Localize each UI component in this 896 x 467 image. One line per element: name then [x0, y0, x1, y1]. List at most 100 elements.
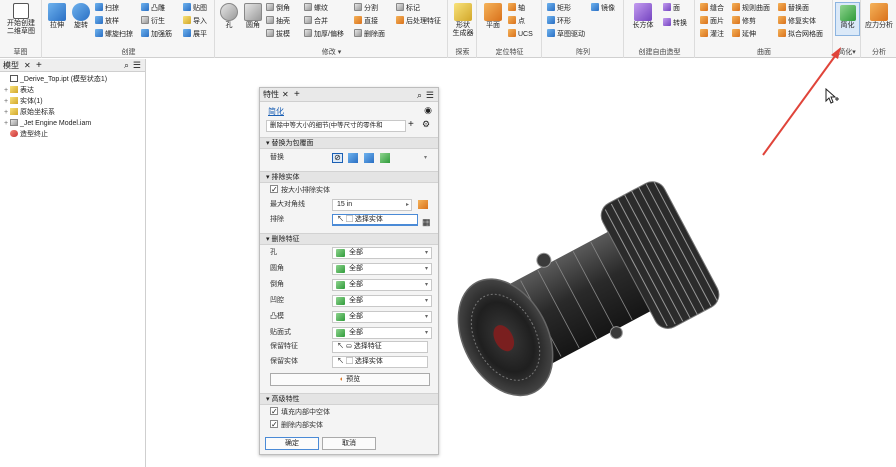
feature-mode-select[interactable]: 全部 ▾: [332, 311, 432, 323]
search-icon[interactable]: ⌕: [124, 59, 129, 72]
measure-icon[interactable]: [418, 200, 428, 209]
jet-engine-model[interactable]: [445, 145, 720, 445]
chevron-down-icon[interactable]: ▾: [424, 151, 427, 165]
rectangular-pattern-button[interactable]: 矩形: [547, 3, 571, 14]
keep-feature-selector[interactable]: ↖ ⛀ 选择特征: [332, 341, 428, 353]
feature-mode-select[interactable]: 全部 ▾: [332, 263, 432, 275]
expand-toggle-icon[interactable]: +: [2, 118, 10, 129]
section-advanced-header[interactable]: ▾ 高级特性: [260, 393, 438, 405]
properties-add-icon[interactable]: +: [294, 88, 300, 102]
delete-face-button[interactable]: 删除面: [354, 29, 385, 40]
tree-item[interactable]: + _Jet Engine Model.iam: [0, 118, 145, 129]
decal-button[interactable]: 贴图: [183, 3, 207, 14]
tree-item[interactable]: + 实体(1): [0, 96, 145, 107]
fillet-button[interactable]: 圆角: [242, 3, 264, 30]
cancel-button[interactable]: 取消: [322, 437, 376, 450]
rib-button[interactable]: 加强筋: [141, 29, 172, 40]
split-button[interactable]: 分割: [354, 3, 378, 14]
max-diagonal-input[interactable]: 15 in ▸: [332, 199, 412, 211]
grid-icon[interactable]: ▦: [422, 215, 431, 229]
circular-pattern-button[interactable]: 环形: [547, 16, 571, 27]
chamfer-button[interactable]: 倒角: [266, 3, 290, 14]
fit-mesh-face-button[interactable]: 拟合网格面: [778, 29, 823, 40]
gear-icon[interactable]: ⚙: [422, 119, 430, 130]
thread-button[interactable]: 螺纹: [304, 3, 328, 14]
mirror-button[interactable]: 镜像: [591, 3, 615, 14]
replace-custom-icon[interactable]: [380, 153, 390, 163]
expand-toggle-icon[interactable]: +: [2, 96, 10, 107]
convert-button[interactable]: 转换: [663, 18, 687, 29]
stress-analysis-button[interactable]: 应力分析: [864, 3, 894, 30]
emboss-button[interactable]: 凸雕: [141, 3, 165, 14]
replace-face-button[interactable]: 替换面: [778, 3, 809, 14]
point-button[interactable]: 点: [508, 16, 525, 27]
keep-body-selector[interactable]: ↖ ▢ 选择实体: [332, 356, 428, 368]
expand-toggle-icon[interactable]: +: [2, 107, 10, 118]
mark-button[interactable]: 标记: [396, 3, 420, 14]
properties-close-icon[interactable]: ✕: [282, 88, 289, 102]
tree-item[interactable]: 造型终止: [0, 129, 145, 140]
replace-box-icon[interactable]: [348, 153, 358, 163]
trim-button[interactable]: 修剪: [732, 16, 756, 27]
visibility-eye-icon[interactable]: ◉: [424, 105, 432, 116]
stitch-button[interactable]: 缝合: [700, 3, 724, 14]
post-process-feature-button[interactable]: 后处理特征: [396, 16, 441, 27]
unwrap-button[interactable]: 展平: [183, 29, 207, 40]
preview-button[interactable]: ◐ 预览: [270, 373, 430, 386]
ucs-button[interactable]: UCS: [508, 29, 533, 40]
freeform-face-button[interactable]: 面: [663, 3, 680, 14]
feature-mode-select[interactable]: 全部 ▾: [332, 295, 432, 307]
browser-add-tab-icon[interactable]: +: [36, 59, 42, 72]
browser-tab-close-icon[interactable]: ✕: [24, 59, 31, 72]
tree-item[interactable]: + 表达: [0, 85, 145, 96]
modify-panel-title[interactable]: 修改 ▾: [216, 47, 447, 57]
import-button[interactable]: 导入: [183, 16, 207, 27]
tree-item[interactable]: _Derive_Top.ipt (模型状态1): [0, 74, 145, 85]
shell-button[interactable]: 抽壳: [266, 16, 290, 27]
tree-item[interactable]: + 原始坐标系: [0, 107, 145, 118]
preset-select[interactable]: 删除中等大小的细节(中等尺寸的零件和: [266, 120, 406, 132]
exclude-body-selector[interactable]: ↖ ▢ 选择实体: [332, 214, 418, 226]
combine-button[interactable]: 合并: [304, 16, 328, 27]
draft-button[interactable]: 拔模: [266, 29, 290, 40]
repair-bodies-button[interactable]: 修复实体: [778, 16, 816, 27]
axis-button[interactable]: 轴: [508, 3, 525, 14]
add-preset-icon[interactable]: +: [408, 119, 414, 130]
menu-icon[interactable]: ☰: [426, 88, 434, 102]
properties-tab[interactable]: 特性: [263, 88, 279, 102]
search-icon[interactable]: ⌕: [417, 88, 422, 102]
direct-button[interactable]: 直接: [354, 16, 378, 27]
derive-button[interactable]: 衍生: [141, 16, 165, 27]
shape-generator-button[interactable]: 形状 生成器: [450, 3, 476, 38]
replace-cylinder-icon[interactable]: [364, 153, 374, 163]
thicken-offset-button[interactable]: 加厚/偏移: [304, 29, 344, 40]
replace-none-icon[interactable]: ⊘: [332, 153, 343, 163]
sculpt-button[interactable]: 灌注: [700, 29, 724, 40]
extrude-button[interactable]: 拉伸: [46, 3, 68, 30]
section-exclude-header[interactable]: ▾ 排除实体: [260, 171, 438, 183]
feature-mode-select[interactable]: 全部 ▾: [332, 247, 432, 259]
simplify-button[interactable]: 简化: [835, 2, 860, 36]
start-2d-sketch-button[interactable]: 开始创建 二维草图: [3, 3, 39, 36]
browser-tab-model[interactable]: 模型: [3, 59, 19, 72]
fill-voids-checkbox[interactable]: 填充内部中空体: [270, 405, 330, 420]
remove-internal-checkbox[interactable]: 删除内部实体: [270, 418, 323, 433]
box-button[interactable]: 长方体: [629, 3, 657, 30]
simplify-panel-title[interactable]: 简化▾: [834, 47, 860, 57]
ruled-surface-button[interactable]: 规则曲面: [732, 3, 770, 14]
exclude-by-size-checkbox[interactable]: 按大小排除实体: [270, 183, 330, 198]
loft-button[interactable]: 放样: [95, 16, 119, 27]
sweep-button[interactable]: 扫掠: [95, 3, 119, 14]
hole-button[interactable]: 孔: [219, 3, 239, 30]
patch-button[interactable]: 面片: [700, 16, 724, 27]
section-remove-features-header[interactable]: ▾ 删除特征: [260, 233, 438, 245]
feature-mode-select[interactable]: 全部 ▾: [332, 327, 432, 339]
feature-mode-select[interactable]: 全部 ▾: [332, 279, 432, 291]
sketch-driven-pattern-button[interactable]: 草图驱动: [547, 29, 585, 40]
ok-button[interactable]: 确定: [265, 437, 319, 450]
coil-button[interactable]: 螺旋扫掠: [95, 29, 133, 40]
section-envelope-header[interactable]: ▾ 替换为包覆面: [260, 137, 438, 149]
expand-toggle-icon[interactable]: +: [2, 85, 10, 96]
menu-icon[interactable]: ☰: [133, 59, 141, 72]
extend-button[interactable]: 延伸: [732, 29, 756, 40]
